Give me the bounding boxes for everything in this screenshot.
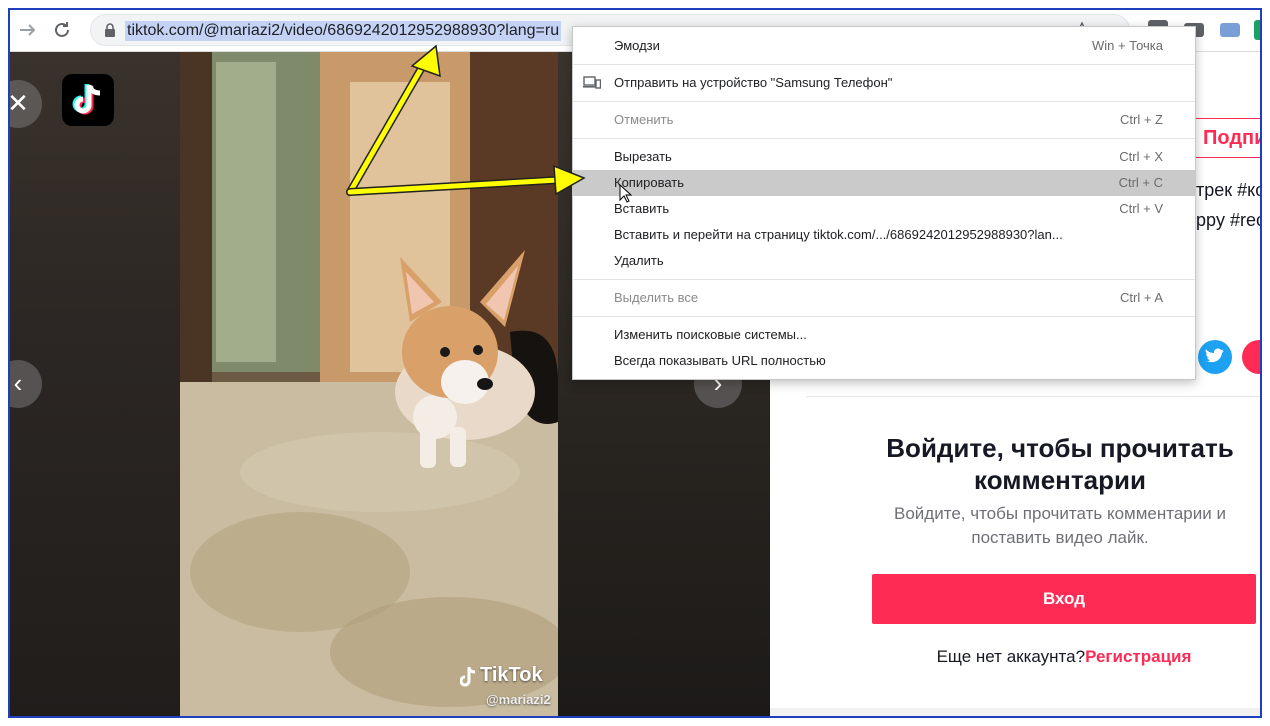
menu-item-label: Вырезать (614, 149, 672, 164)
tiktok-watermark-icon (460, 667, 476, 687)
menu-item-shortcut: Ctrl + V (1119, 201, 1163, 216)
menu-item-always-show-full-url[interactable]: Всегда показывать URL полностью (573, 348, 1195, 374)
menu-item-edit-search-engines[interactable]: Изменить поисковые системы... (573, 322, 1195, 348)
login-title: Войдите, чтобы прочитать комментарии (886, 433, 1234, 495)
menu-separator (573, 101, 1195, 102)
menu-item-send-to-device[interactable]: Отправить на устройство "Samsung Телефон… (573, 70, 1195, 96)
lock-icon (105, 23, 115, 37)
menu-item-cut[interactable]: Вырезать Ctrl + X (573, 144, 1195, 170)
context-menu: Эмодзи Win + Точка Отправить на устройст… (572, 26, 1196, 380)
menu-item-label: Удалить (614, 253, 664, 268)
shield-extension-icon[interactable] (1254, 20, 1260, 40)
menu-item-label: Изменить поисковые системы... (614, 327, 807, 342)
menu-item-label: Отменить (614, 112, 674, 127)
twitter-share-icon[interactable] (1198, 340, 1232, 374)
menu-item-label: Отправить на устройство "Samsung Телефон… (614, 75, 893, 90)
follow-button[interactable]: Подписаться (1194, 118, 1260, 158)
video-frame-image (180, 52, 558, 716)
login-subtitle: Войдите, чтобы прочитать комментарии и п… (894, 504, 1226, 547)
tiktok-watermark: TikTok (480, 664, 543, 686)
menu-separator (573, 279, 1195, 280)
screenshot-frame: tiktok.com/@mariazi2/video/6869242012952… (8, 8, 1262, 718)
signup-line: Еще нет аккаунта?Регистрация (872, 647, 1256, 667)
menu-item-label: Вставить (614, 201, 670, 216)
menu-item-delete[interactable]: Удалить (573, 248, 1195, 274)
menu-separator (573, 64, 1195, 65)
reload-icon[interactable] (50, 18, 74, 42)
tiktok-logo-icon[interactable] (62, 74, 114, 126)
menu-item-paste[interactable]: Вставить Ctrl + V (573, 196, 1195, 222)
video-player[interactable]: TikTok @mariazi2 (180, 52, 558, 716)
menu-separator (573, 316, 1195, 317)
menu-item-undo[interactable]: Отменить Ctrl + Z (573, 107, 1195, 133)
menu-item-paste-and-go[interactable]: Вставить и перейти на страницу tiktok.co… (573, 222, 1195, 248)
menu-item-copy[interactable]: Копировать Ctrl + C (573, 170, 1195, 203)
menu-item-shortcut: Ctrl + Z (1120, 112, 1163, 127)
menu-item-label: Выделить все (614, 290, 699, 305)
menu-item-emoji[interactable]: Эмодзи Win + Точка (573, 33, 1195, 59)
menu-item-label: Всегда показывать URL полностью (614, 353, 826, 368)
signup-link[interactable]: Регистрация (1085, 647, 1191, 666)
menu-item-shortcut: Ctrl + A (1120, 290, 1163, 305)
description-line-1: трек #ко (1196, 180, 1262, 200)
divider (806, 396, 1260, 397)
horizontal-scrollbar[interactable] (770, 708, 1260, 716)
watermark-username: @mariazi2 (486, 692, 551, 707)
mail-extension-icon[interactable] (1220, 23, 1240, 37)
menu-item-shortcut: Win + Точка (1091, 38, 1163, 53)
menu-item-select-all[interactable]: Выделить все Ctrl + A (573, 285, 1195, 311)
description-line-2: ppy #rec (1196, 210, 1262, 230)
url-text[interactable]: tiktok.com/@mariazi2/video/6869242012952… (125, 21, 562, 41)
menu-item-shortcut: Ctrl + X (1119, 149, 1163, 164)
forward-icon[interactable] (16, 18, 40, 42)
menu-item-label: Эмодзи (614, 38, 660, 53)
menu-item-shortcut: Ctrl + C (1118, 175, 1163, 190)
menu-separator (573, 138, 1195, 139)
devices-icon (583, 76, 601, 89)
login-button[interactable]: Вход (872, 574, 1256, 624)
embed-share-icon[interactable] (1242, 340, 1260, 374)
menu-item-label: Вставить и перейти на страницу tiktok.co… (614, 227, 1063, 242)
signup-prompt: Еще нет аккаунта? (936, 647, 1086, 666)
